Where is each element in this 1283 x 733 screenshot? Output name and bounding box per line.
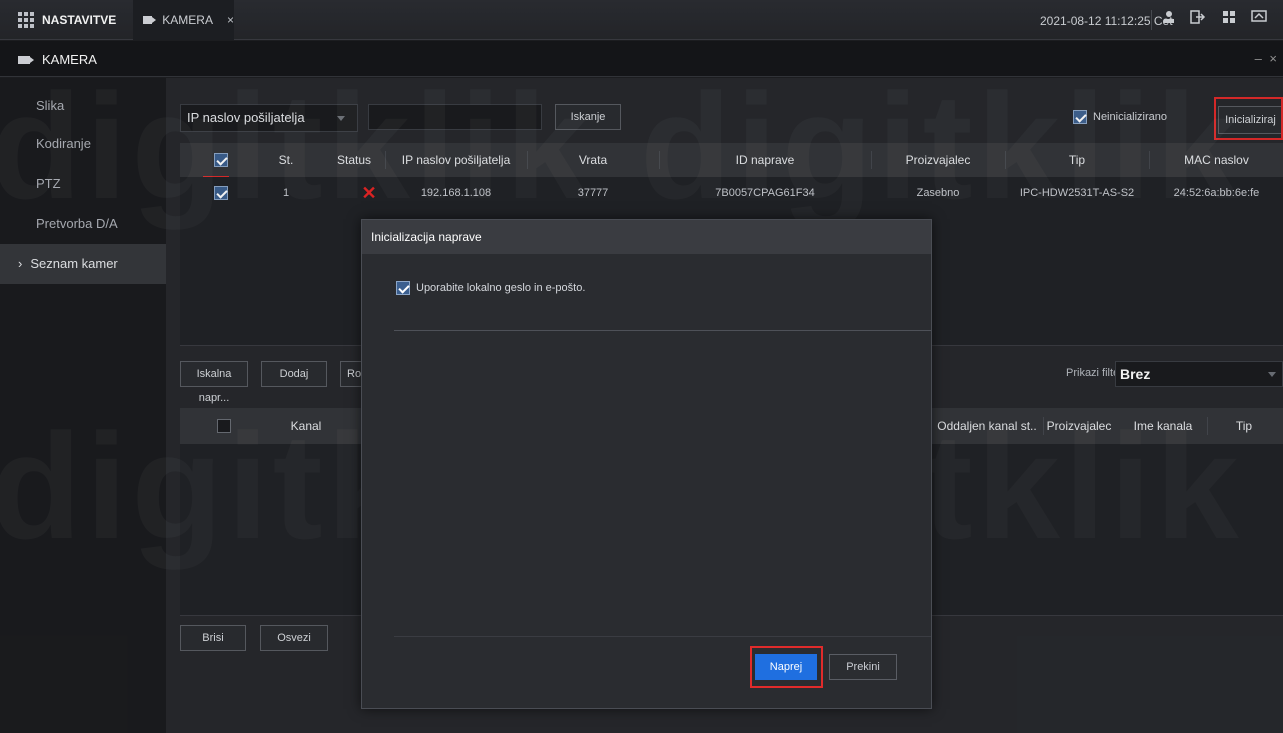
local-password-checkbox[interactable] <box>396 281 410 295</box>
init-device-dialog: Inicializacija naprave Uporabite lokalno… <box>361 219 932 709</box>
highlight-next <box>750 646 823 688</box>
local-password-option[interactable]: Uporabite lokalno geslo in e-pošto. <box>396 281 585 295</box>
cancel-button[interactable]: Prekini <box>829 654 897 680</box>
local-password-label: Uporabite lokalno geslo in e-pošto. <box>416 282 586 294</box>
divider <box>394 330 931 331</box>
dialog-header[interactable]: Inicializacija naprave <box>362 220 931 254</box>
dialog-title: Inicializacija naprave <box>371 230 482 244</box>
divider <box>394 636 931 637</box>
